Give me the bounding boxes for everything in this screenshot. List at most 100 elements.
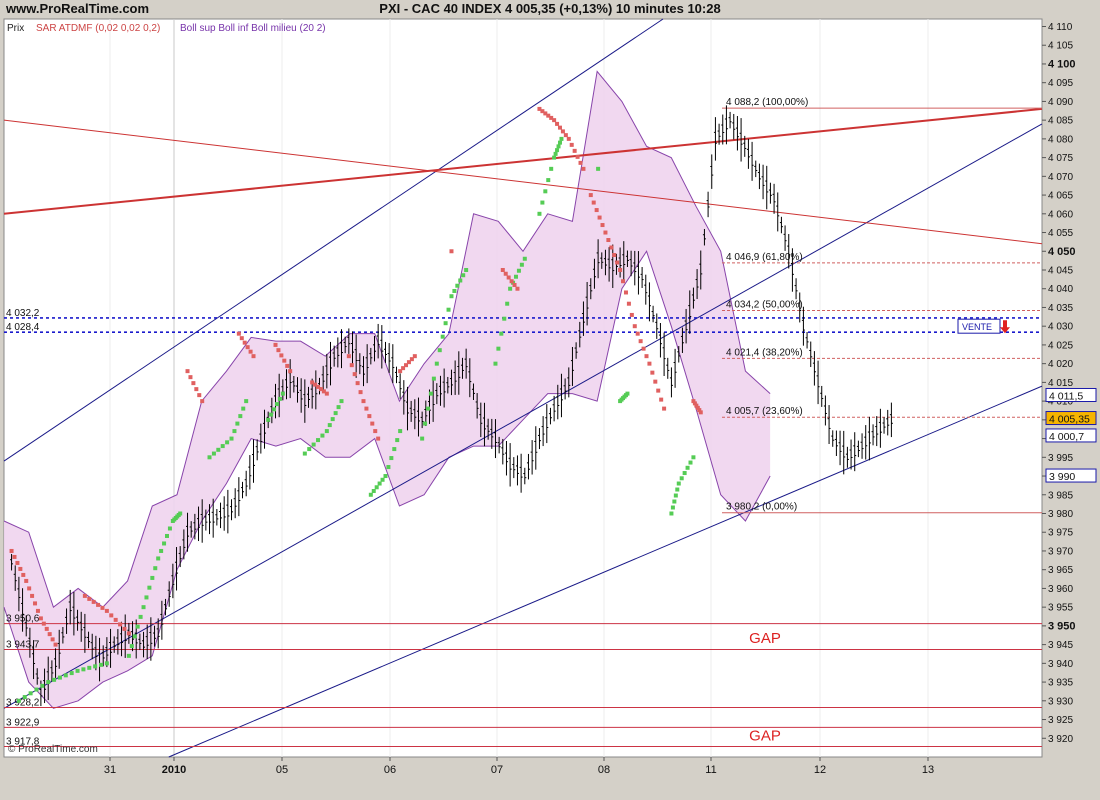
y-tick-label: 4 105 bbox=[1048, 41, 1073, 52]
sar-point-up bbox=[269, 412, 274, 417]
sar-point-down bbox=[109, 613, 114, 618]
sar-point-down bbox=[126, 631, 131, 636]
sar-point-up bbox=[159, 548, 164, 553]
sar-point-up bbox=[426, 406, 431, 411]
sar-point-up bbox=[688, 460, 693, 465]
sar-point-down bbox=[615, 260, 620, 265]
sar-point-down bbox=[245, 345, 250, 350]
y-tick-label: 4 060 bbox=[1048, 209, 1073, 220]
sar-point-down bbox=[656, 388, 661, 393]
sar-point-down bbox=[376, 436, 381, 441]
sar-point-up bbox=[676, 481, 681, 486]
sar-point-up bbox=[320, 433, 325, 438]
sar-point-up bbox=[374, 485, 379, 490]
sar-point-up bbox=[625, 391, 630, 396]
sar-point-up bbox=[238, 414, 243, 419]
sar-point-up bbox=[162, 541, 167, 546]
y-tick-label: 3 985 bbox=[1048, 490, 1073, 501]
sar-point-down bbox=[251, 354, 256, 359]
sar-point-up bbox=[522, 256, 527, 261]
sar-point-down bbox=[100, 605, 105, 610]
sar-point-down bbox=[355, 381, 360, 386]
sar-point-down bbox=[364, 406, 369, 411]
sar-point-down bbox=[352, 372, 357, 377]
sar-point-down bbox=[659, 397, 664, 402]
sar-point-up bbox=[235, 421, 240, 426]
sar-point-up bbox=[147, 585, 152, 590]
sar-point-up bbox=[327, 423, 332, 428]
y-tick-label: 3 975 bbox=[1048, 528, 1073, 539]
sar-point-down bbox=[12, 554, 17, 559]
sar-point-up bbox=[132, 634, 137, 639]
sar-point-up bbox=[398, 429, 403, 434]
sar-point-down bbox=[503, 271, 508, 276]
x-tick-label: 12 bbox=[814, 764, 826, 776]
sar-point-up bbox=[443, 321, 448, 326]
x-tick-label: 31 bbox=[104, 764, 116, 776]
sar-point-down bbox=[35, 608, 40, 613]
sar-point-up bbox=[516, 268, 521, 273]
sar-point-down bbox=[276, 348, 281, 353]
sar-point-up bbox=[682, 471, 687, 476]
y-tick-label: 4 070 bbox=[1048, 172, 1073, 183]
fib-label: 4 021,4 (38,20%) bbox=[726, 347, 803, 358]
sar-point-down bbox=[236, 331, 241, 336]
level-label: 3 943,7 bbox=[6, 639, 40, 650]
fib-label: 3 980,2 (0,00%) bbox=[726, 502, 797, 513]
sar-point-down bbox=[279, 353, 284, 358]
sar-point-down bbox=[9, 548, 14, 553]
gap-annotation: GAP bbox=[749, 630, 781, 647]
sar-point-up bbox=[546, 178, 551, 183]
sar-point-up bbox=[496, 346, 501, 351]
sar-point-down bbox=[324, 391, 329, 396]
sar-point-down bbox=[87, 596, 92, 601]
price-box-label: 4 011,5 bbox=[1049, 390, 1083, 402]
y-tick-label: 3 920 bbox=[1048, 734, 1073, 745]
y-tick-label: 3 955 bbox=[1048, 603, 1073, 614]
level-label: 4 028,4 bbox=[6, 322, 40, 333]
y-tick-label: 4 025 bbox=[1048, 340, 1073, 351]
sar-point-down bbox=[47, 632, 52, 637]
sar-point-down bbox=[367, 414, 372, 419]
sar-point-up bbox=[502, 316, 507, 321]
sar-point-down bbox=[349, 363, 354, 368]
sar-point-down bbox=[623, 290, 628, 295]
sar-point-down bbox=[597, 215, 602, 220]
sar-point-down bbox=[698, 410, 703, 415]
sar-point-down bbox=[641, 346, 646, 351]
sar-point-up bbox=[232, 429, 237, 434]
sar-point-up bbox=[559, 136, 564, 141]
sar-point-down bbox=[38, 616, 43, 621]
y-tick-label: 3 960 bbox=[1048, 584, 1073, 595]
sar-point-up bbox=[164, 533, 169, 538]
sar-point-down bbox=[644, 354, 649, 359]
sar-point-down bbox=[552, 118, 557, 123]
sar-point-up bbox=[280, 391, 285, 396]
sar-point-up bbox=[670, 505, 675, 510]
sar-point-down bbox=[239, 336, 244, 341]
sar-point-down bbox=[500, 267, 505, 272]
y-tick-label: 4 110 bbox=[1048, 22, 1073, 33]
sar-point-up bbox=[144, 595, 149, 600]
sar-point-down bbox=[188, 375, 193, 380]
y-tick-label: 4 035 bbox=[1048, 303, 1073, 314]
sar-point-down bbox=[632, 324, 637, 329]
sar-point-down bbox=[506, 275, 511, 280]
sar-point-up bbox=[75, 668, 80, 673]
sar-point-down bbox=[104, 608, 109, 613]
sar-point-up bbox=[135, 624, 140, 629]
sar-point-down bbox=[578, 160, 583, 165]
sar-point-up bbox=[241, 406, 246, 411]
sar-point-up bbox=[455, 283, 460, 288]
sar-point-down bbox=[191, 381, 196, 386]
sar-point-up bbox=[126, 653, 131, 658]
sar-point-down bbox=[273, 342, 278, 347]
sar-point-down bbox=[560, 129, 565, 134]
sar-point-up bbox=[69, 671, 74, 676]
sar-point-down bbox=[572, 148, 577, 153]
sar-point-up bbox=[229, 436, 234, 441]
sar-point-up bbox=[324, 429, 329, 434]
sar-point-up bbox=[28, 691, 33, 696]
sar-point-down bbox=[449, 249, 454, 254]
sar-point-up bbox=[679, 476, 684, 481]
